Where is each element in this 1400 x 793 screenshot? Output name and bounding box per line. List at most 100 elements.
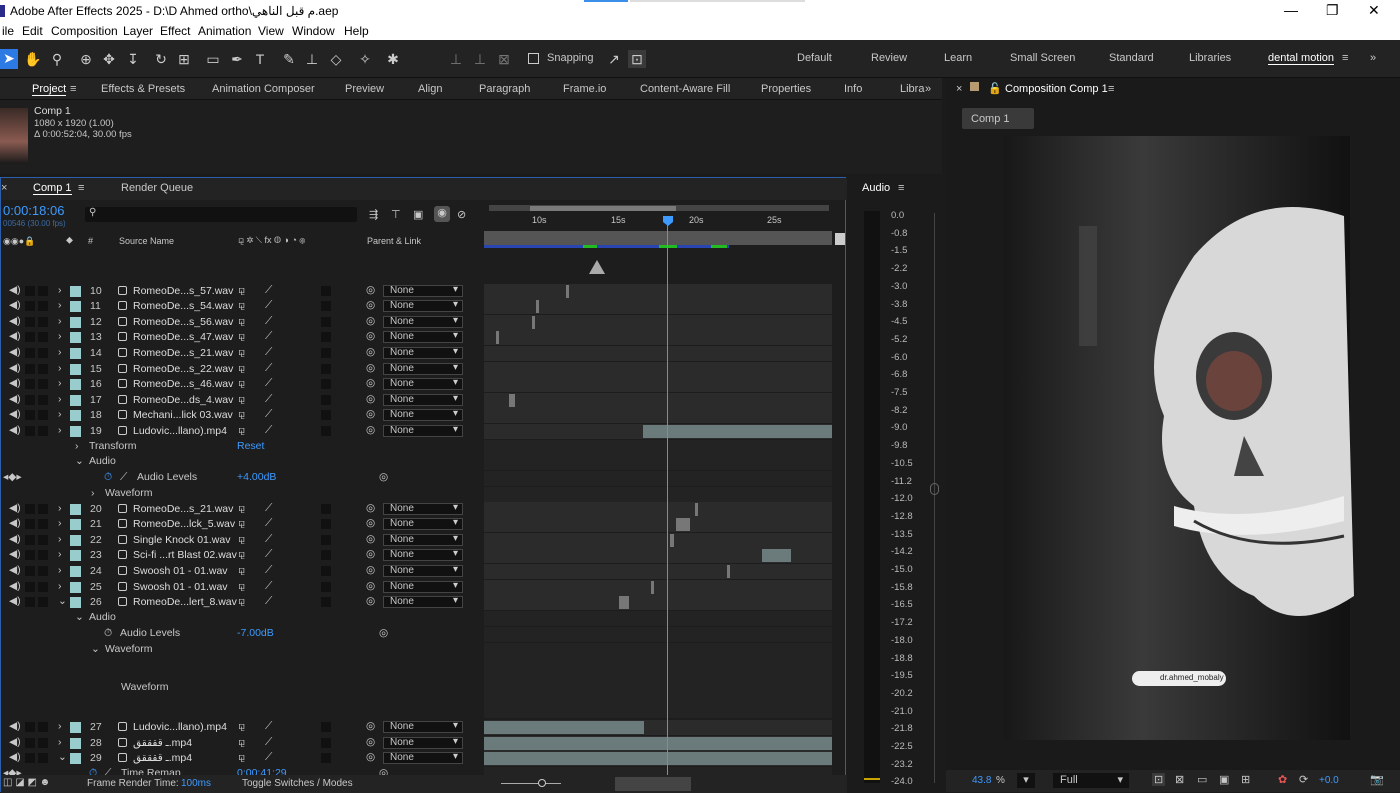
- layer-clip[interactable]: [532, 316, 535, 329]
- chevron-right-icon[interactable]: ›: [58, 393, 62, 405]
- lock-switch[interactable]: [38, 504, 48, 514]
- menu-view[interactable]: View: [258, 24, 284, 38]
- zoom-tool-icon[interactable]: ⚲: [48, 50, 66, 68]
- label-color-swatch[interactable]: [70, 410, 81, 421]
- lock-switch[interactable]: [38, 753, 48, 763]
- layer-name[interactable]: Swoosh 01 - 01.wav: [133, 581, 228, 593]
- audio-toggle-icon[interactable]: ◀): [9, 408, 21, 420]
- layer-row[interactable]: ◀) › 17 RomeoDe...ds_4.wav ⚼ ⟋ ◎ None: [1, 393, 484, 408]
- tab-frameio[interactable]: Frame.io: [563, 83, 606, 95]
- shy-switch-icon[interactable]: ⚼: [238, 299, 245, 312]
- label-color-swatch[interactable]: [70, 286, 81, 297]
- shy-switch-icon[interactable]: ⚼: [238, 595, 245, 608]
- stopwatch-icon[interactable]: ⏱: [104, 627, 112, 640]
- layer-clip[interactable]: [695, 503, 698, 516]
- rotate-tool-icon[interactable]: ↻: [152, 50, 170, 68]
- workspace-default[interactable]: Default: [797, 52, 832, 64]
- layer-name[interactable]: Mechani...lick 03.wav: [133, 409, 233, 421]
- lock-switch[interactable]: [38, 395, 48, 405]
- parent-pickwhip-icon[interactable]: ◎: [366, 346, 375, 358]
- rectangle-tool-icon[interactable]: ▭: [204, 50, 222, 68]
- lock-switch[interactable]: [38, 301, 48, 311]
- chevron-right-icon[interactable]: ›: [58, 720, 62, 732]
- adjustment-switch[interactable]: [321, 535, 331, 545]
- parent-dropdown[interactable]: None: [383, 285, 463, 297]
- guides-icon[interactable]: ▣: [1219, 773, 1229, 786]
- parent-pickwhip-icon[interactable]: ◎: [366, 393, 375, 405]
- audio-toggle-icon[interactable]: ◀): [9, 533, 21, 545]
- parent-pickwhip-icon[interactable]: ◎: [366, 408, 375, 420]
- expression-pickwhip-icon[interactable]: ◎: [379, 471, 388, 483]
- quality-switch-icon[interactable]: ⟋: [265, 564, 272, 577]
- layer-clip[interactable]: [509, 394, 515, 407]
- parent-pickwhip-icon[interactable]: ◎: [366, 502, 375, 514]
- adjustment-switch[interactable]: [321, 504, 331, 514]
- parent-dropdown[interactable]: None: [383, 300, 463, 312]
- parent-dropdown[interactable]: None: [383, 378, 463, 390]
- playhead-icon[interactable]: [663, 216, 673, 226]
- chevron-down-icon[interactable]: ⌄: [58, 595, 67, 607]
- adjustment-switch[interactable]: [321, 395, 331, 405]
- track-row[interactable]: [484, 330, 832, 345]
- menu-edit[interactable]: Edit: [22, 24, 43, 38]
- layer-name[interactable]: Ludovic...llano).mp4: [133, 721, 227, 733]
- layer-name[interactable]: Sci-fi ...rt Blast 02.wav: [133, 549, 237, 561]
- timeline-close-icon[interactable]: ×: [1, 182, 7, 194]
- parent-dropdown[interactable]: None: [383, 518, 463, 530]
- parent-dropdown[interactable]: None: [383, 581, 463, 593]
- layer-search-input[interactable]: ⚲: [85, 207, 357, 222]
- exposure-value[interactable]: +0.0: [1319, 775, 1339, 786]
- orbit-tool-icon[interactable]: ⊕: [77, 50, 95, 68]
- comp-mini-flow-icon[interactable]: ⇶: [369, 208, 378, 221]
- track-row[interactable]: [484, 284, 832, 299]
- level-slider-handle[interactable]: [930, 483, 939, 495]
- quality-switch-icon[interactable]: ⟋: [265, 424, 272, 437]
- zoom-dropdown-icon[interactable]: ▾: [1017, 773, 1035, 788]
- layer-name[interactable]: RomeoDe...s_47.wav: [133, 331, 233, 343]
- adjustment-switch[interactable]: [321, 582, 331, 592]
- audio-group-label[interactable]: Audio: [89, 455, 116, 467]
- quality-switch-icon[interactable]: ⟋: [265, 377, 272, 390]
- clone-stamp-icon[interactable]: ⊥: [303, 50, 321, 68]
- layer-clip[interactable]: [643, 425, 832, 438]
- workspace-standard[interactable]: Standard: [1109, 52, 1154, 64]
- label-color-swatch[interactable]: [70, 550, 81, 561]
- layer-name[interactable]: RomeoDe...ds_4.wav: [133, 394, 233, 406]
- timeline-end-marker[interactable]: [835, 233, 845, 245]
- parent-pickwhip-icon[interactable]: ◎: [366, 377, 375, 389]
- parent-pickwhip-icon[interactable]: ◎: [366, 362, 375, 374]
- chevron-right-icon[interactable]: ›: [58, 548, 62, 560]
- audio-toggle-icon[interactable]: ◀): [9, 377, 21, 389]
- track-row[interactable]: [484, 595, 832, 610]
- layer-row[interactable]: ◀) › 22 Single Knock 01.wav ⚼ ⟋ ◎ None: [1, 533, 484, 548]
- audio-toggle-icon[interactable]: ◀): [9, 720, 21, 732]
- chevron-right-icon[interactable]: ›: [58, 517, 62, 529]
- selection-tool-icon[interactable]: ➤: [0, 49, 18, 69]
- mask-visibility-icon[interactable]: ▭: [1197, 773, 1207, 786]
- snap-grid-icon[interactable]: ⊡: [628, 50, 646, 68]
- channels-icon[interactable]: ✿: [1278, 773, 1287, 786]
- layer-row[interactable]: ◀) › 28 ـ ققققق.mp4 ⚼ ⟋ ◎ None: [1, 736, 484, 751]
- viewer-close-icon[interactable]: ×: [956, 83, 962, 95]
- layer-clip[interactable]: [536, 300, 539, 313]
- axis-view-icon[interactable]: ⊠: [495, 50, 513, 68]
- chevron-right-icon[interactable]: ›: [58, 580, 62, 592]
- tab-project[interactable]: Project: [32, 83, 67, 96]
- keyframe-nav-icon[interactable]: ◂◆▸: [3, 471, 22, 483]
- layer-clip[interactable]: [670, 534, 674, 547]
- parent-dropdown[interactable]: None: [383, 347, 463, 359]
- layer-clip[interactable]: [484, 737, 832, 750]
- adjustment-switch[interactable]: [321, 332, 331, 342]
- audio-toggle-icon[interactable]: ◀): [9, 346, 21, 358]
- chevron-down-icon[interactable]: ⌄: [75, 611, 84, 623]
- label-color-swatch[interactable]: [70, 379, 81, 390]
- shy-switch-icon[interactable]: ⚼: [238, 315, 245, 328]
- audio-levels-value-26[interactable]: -7.00dB: [237, 627, 274, 639]
- parent-pickwhip-icon[interactable]: ◎: [366, 284, 375, 296]
- shy-switch-icon[interactable]: ⚼: [238, 502, 245, 515]
- menu-file[interactable]: ile: [2, 24, 14, 38]
- parent-pickwhip-icon[interactable]: ◎: [366, 580, 375, 592]
- tab-properties[interactable]: Properties: [761, 83, 811, 95]
- label-color-swatch[interactable]: [70, 504, 81, 515]
- adjustment-switch[interactable]: [321, 426, 331, 436]
